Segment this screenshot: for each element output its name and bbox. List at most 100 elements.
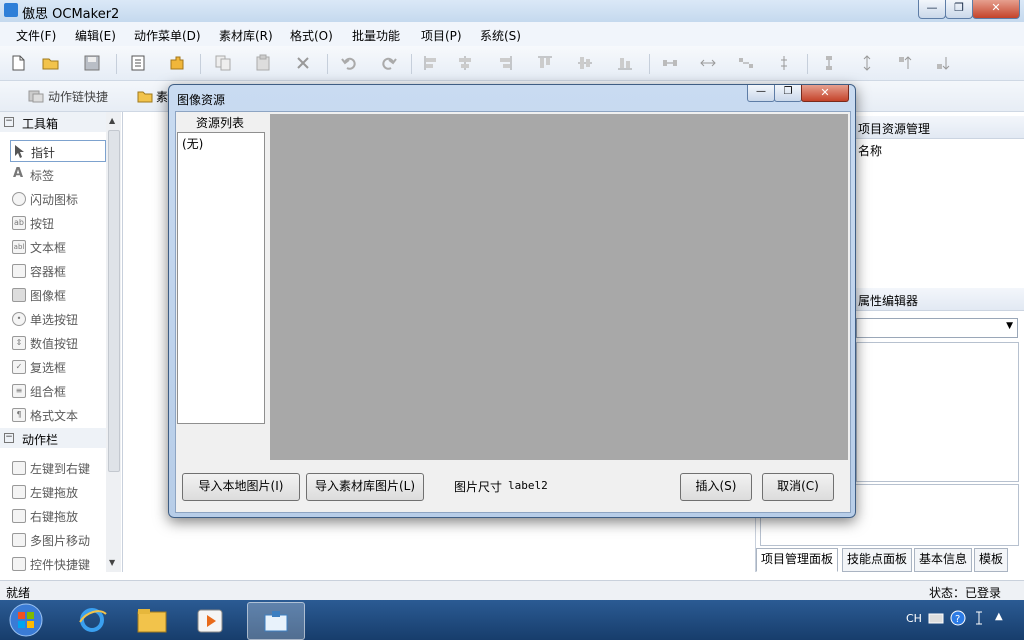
- tool-imagebox[interactable]: 图像框: [10, 284, 104, 304]
- tool-richtext[interactable]: ¶ 格式文本: [10, 404, 104, 424]
- align-bottom-icon[interactable]: [616, 54, 634, 72]
- input-language[interactable]: CH: [906, 612, 922, 625]
- checkbox-icon: ✓: [12, 360, 26, 374]
- dialog-minimize-button[interactable]: —: [747, 85, 775, 102]
- copy-icon[interactable]: [214, 54, 232, 72]
- tab-skill-panel[interactable]: 技能点面板: [842, 548, 913, 572]
- tool-label: 组合框: [30, 385, 67, 399]
- resource-list[interactable]: (无): [177, 132, 265, 424]
- menu-file[interactable]: 文件(F): [16, 27, 56, 44]
- maximize-button[interactable]: ❐: [945, 0, 973, 19]
- tool-label: 单选按钮: [30, 313, 79, 327]
- align-middle-icon[interactable]: [576, 54, 594, 72]
- delete-icon[interactable]: [294, 54, 312, 72]
- tool-flash-icon[interactable]: 闪动图标: [10, 188, 104, 208]
- align-left-icon[interactable]: [422, 54, 440, 72]
- dialog-maximize-button[interactable]: ❐: [774, 85, 802, 102]
- toolbar-separator: [116, 54, 117, 74]
- insert-button[interactable]: 插入(S): [680, 473, 752, 501]
- tool-label: 闪动图标: [30, 193, 79, 207]
- action-multi-image-move[interactable]: 多图片移动: [10, 529, 104, 549]
- tool-pointer[interactable]: 指针: [10, 140, 106, 162]
- import-library-image-button[interactable]: 导入素材库图片(L): [306, 473, 424, 501]
- menu-format[interactable]: 格式(O): [290, 27, 333, 44]
- property-grid[interactable]: [856, 342, 1019, 482]
- tab-basic-info[interactable]: 基本信息: [914, 548, 973, 572]
- new-file-icon[interactable]: [9, 54, 27, 72]
- dialog-close-button[interactable]: ✕: [801, 85, 849, 102]
- script-icon[interactable]: [129, 54, 147, 72]
- scroll-thumb[interactable]: [108, 130, 120, 472]
- tool-combobox[interactable]: ≡ 组合框: [10, 380, 104, 400]
- tool-radio[interactable]: • 单选按钮: [10, 308, 104, 328]
- taskbar-ocmaker-button[interactable]: [247, 602, 305, 640]
- action-right-drag[interactable]: 右键拖放: [10, 505, 104, 525]
- redo-icon[interactable]: [380, 54, 398, 72]
- property-editor-title: 属性编辑器: [858, 294, 919, 308]
- distribute-vertical-icon[interactable]: [820, 54, 838, 72]
- status-ready: 就绪: [6, 586, 31, 600]
- actions-header[interactable]: − 动作栏: [0, 428, 106, 448]
- dialog-title: 图像资源: [177, 93, 226, 107]
- tool-label-item[interactable]: A 标签: [10, 164, 104, 184]
- distribute-horizontal-icon[interactable]: [661, 54, 679, 72]
- scroll-up-icon[interactable]: ▲: [109, 116, 115, 125]
- internet-explorer-icon[interactable]: [70, 604, 114, 636]
- images-icon: [12, 533, 26, 547]
- image-resource-dialog: 图像资源 — ❐ ✕ 资源列表 (无) 导入本地图片(I) 导入素材库图片(L)…: [168, 84, 856, 518]
- align-top-icon[interactable]: [536, 54, 554, 72]
- tool-label: 文本框: [30, 241, 67, 255]
- menu-material[interactable]: 素材库(R): [219, 27, 273, 44]
- action-shortcut-button[interactable]: 动作链快捷: [48, 88, 108, 105]
- menu-system[interactable]: 系统(S): [480, 27, 521, 44]
- tab-template[interactable]: 模板: [974, 548, 1009, 572]
- menu-project[interactable]: 项目(P): [421, 27, 462, 44]
- file-explorer-icon[interactable]: [130, 604, 174, 636]
- plugin-icon[interactable]: [168, 54, 186, 72]
- toolbox-scrollbar[interactable]: ▲ ▼: [106, 112, 121, 572]
- tool-textbox[interactable]: abl 文本框: [10, 236, 104, 256]
- space-horizontal-icon[interactable]: [699, 54, 717, 72]
- import-local-image-button[interactable]: 导入本地图片(I): [182, 473, 300, 501]
- tool-spinner[interactable]: ⇕ 数值按钮: [10, 332, 104, 352]
- save-icon[interactable]: [83, 54, 101, 72]
- keyboard-icon[interactable]: [928, 611, 944, 625]
- increase-vspacing-icon[interactable]: [896, 54, 914, 72]
- tray-tool-icon[interactable]: [972, 610, 986, 626]
- toolbox-header[interactable]: − 工具箱: [0, 112, 106, 132]
- cancel-button[interactable]: 取消(C): [762, 473, 834, 501]
- menu-action[interactable]: 动作菜单(D): [134, 27, 201, 44]
- tool-button[interactable]: ab 按钮: [10, 212, 104, 232]
- decrease-vspacing-icon[interactable]: [934, 54, 952, 72]
- tool-container[interactable]: 容器框: [10, 260, 104, 280]
- tray-expand-icon[interactable]: ▲: [995, 611, 1003, 622]
- toolbar-separator: [807, 54, 808, 74]
- action-control-shortcut[interactable]: 控件快捷键: [10, 553, 104, 573]
- tool-checkbox[interactable]: ✓ 复选框: [10, 356, 104, 376]
- tool-label: 指针: [31, 146, 56, 160]
- tab-project-panel[interactable]: 项目管理面板: [756, 548, 839, 572]
- paste-icon[interactable]: [254, 54, 272, 72]
- open-folder-icon[interactable]: [42, 54, 60, 72]
- window-title-bar: 傲思 OCMaker2 — ❐ ✕: [0, 0, 1024, 22]
- property-object-select[interactable]: ▼: [856, 318, 1018, 338]
- undo-icon[interactable]: [340, 54, 358, 72]
- close-button[interactable]: ✕: [972, 0, 1020, 19]
- tool-label: 标签: [30, 169, 55, 183]
- media-player-icon[interactable]: [188, 604, 232, 636]
- action-left-drag[interactable]: 左键拖放: [10, 481, 104, 501]
- increase-spacing-icon[interactable]: [737, 54, 755, 72]
- list-item[interactable]: (无): [182, 135, 203, 152]
- scroll-down-icon[interactable]: ▼: [109, 558, 115, 567]
- space-vertical-icon[interactable]: [858, 54, 876, 72]
- align-center-icon[interactable]: [456, 54, 474, 72]
- start-button-icon[interactable]: [6, 602, 46, 638]
- material-button[interactable]: 素: [156, 88, 168, 105]
- minimize-button[interactable]: —: [918, 0, 946, 19]
- align-right-icon[interactable]: [496, 54, 514, 72]
- help-icon[interactable]: ?: [950, 610, 966, 626]
- decrease-spacing-icon[interactable]: [775, 54, 793, 72]
- menu-batch[interactable]: 批量功能: [352, 27, 400, 44]
- menu-edit[interactable]: 编辑(E): [75, 27, 116, 44]
- action-left-to-right[interactable]: 左键到右键: [10, 457, 104, 477]
